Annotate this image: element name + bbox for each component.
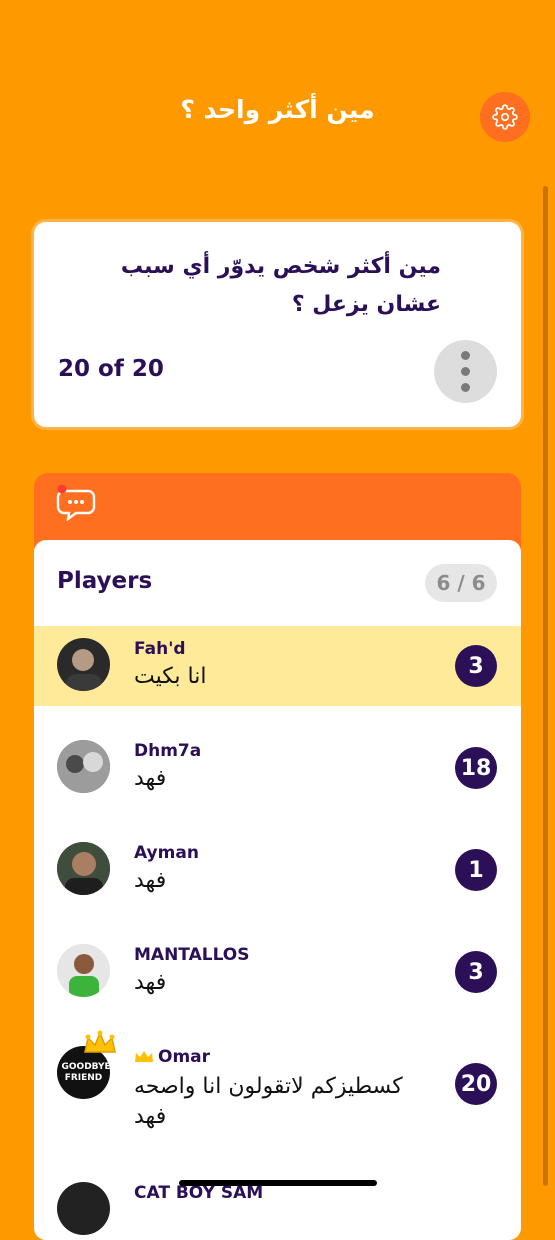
player-name-wrap: Omar xyxy=(134,1047,210,1067)
player-score: 3 xyxy=(455,951,497,993)
question-text: مين أكثر شخص يدوّر أي سبب عشان يزعل ؟ xyxy=(120,254,441,317)
avatar xyxy=(57,1182,110,1235)
player-score: 1 xyxy=(455,849,497,891)
question-card: مين أكثر شخص يدوّر أي سبب عشان يزعل ؟ 20… xyxy=(34,222,521,427)
more-vertical-icon xyxy=(461,351,470,360)
avatar-text: GOODBYE, FRIEND xyxy=(61,1061,111,1083)
gear-icon xyxy=(492,104,518,130)
avatar xyxy=(57,944,110,997)
player-score: 3 xyxy=(455,645,497,687)
player-row[interactable]: Fah'd انا بكيت 3 xyxy=(34,626,521,706)
player-row[interactable]: MANTALLOS فهد 3 xyxy=(34,932,521,1012)
player-row[interactable]: GOODBYE, FRIEND Omar كسطيزكم لاتقولون ان… xyxy=(34,1030,521,1144)
question-counter: 20 of 20 xyxy=(58,356,164,382)
player-answer: فهد xyxy=(134,970,167,995)
home-indicator xyxy=(179,1180,377,1186)
player-answer: انا بكيت xyxy=(134,664,207,689)
host-crown-icon xyxy=(135,1051,153,1062)
more-options-button[interactable] xyxy=(434,340,497,403)
player-name: Ayman xyxy=(134,843,199,863)
player-row[interactable]: Ayman فهد 1 xyxy=(34,830,521,910)
player-score: 18 xyxy=(455,747,497,789)
scrollbar[interactable] xyxy=(543,186,548,1186)
player-row[interactable]: Dhm7a فهد 18 xyxy=(34,728,521,808)
player-answer: فهد xyxy=(134,868,167,893)
page-title: مين أكثر واحد ؟ xyxy=(180,95,375,124)
avatar xyxy=(57,842,110,895)
avatar xyxy=(57,740,110,793)
chat-bubble-icon xyxy=(56,485,96,521)
settings-button[interactable] xyxy=(480,92,530,142)
players-title: Players xyxy=(57,568,153,594)
player-name: MANTALLOS xyxy=(134,945,250,965)
players-count-badge: 6 / 6 xyxy=(425,564,497,602)
player-answer: كسطيزكم لاتقولون انا واصحه فهد xyxy=(134,1074,403,1129)
player-name: CAT BOY SAM xyxy=(134,1183,264,1203)
player-name: Dhm7a xyxy=(134,741,202,761)
avatar xyxy=(57,638,110,691)
player-name: Fah'd xyxy=(134,639,186,659)
player-answer: فهد xyxy=(134,766,167,791)
players-card: Players 6 / 6 Fah'd انا بكيت 3 Dhm7a فهد… xyxy=(34,540,521,1240)
crown-icon xyxy=(84,1030,116,1053)
player-name: Omar xyxy=(158,1047,211,1067)
player-score: 20 xyxy=(455,1063,497,1105)
